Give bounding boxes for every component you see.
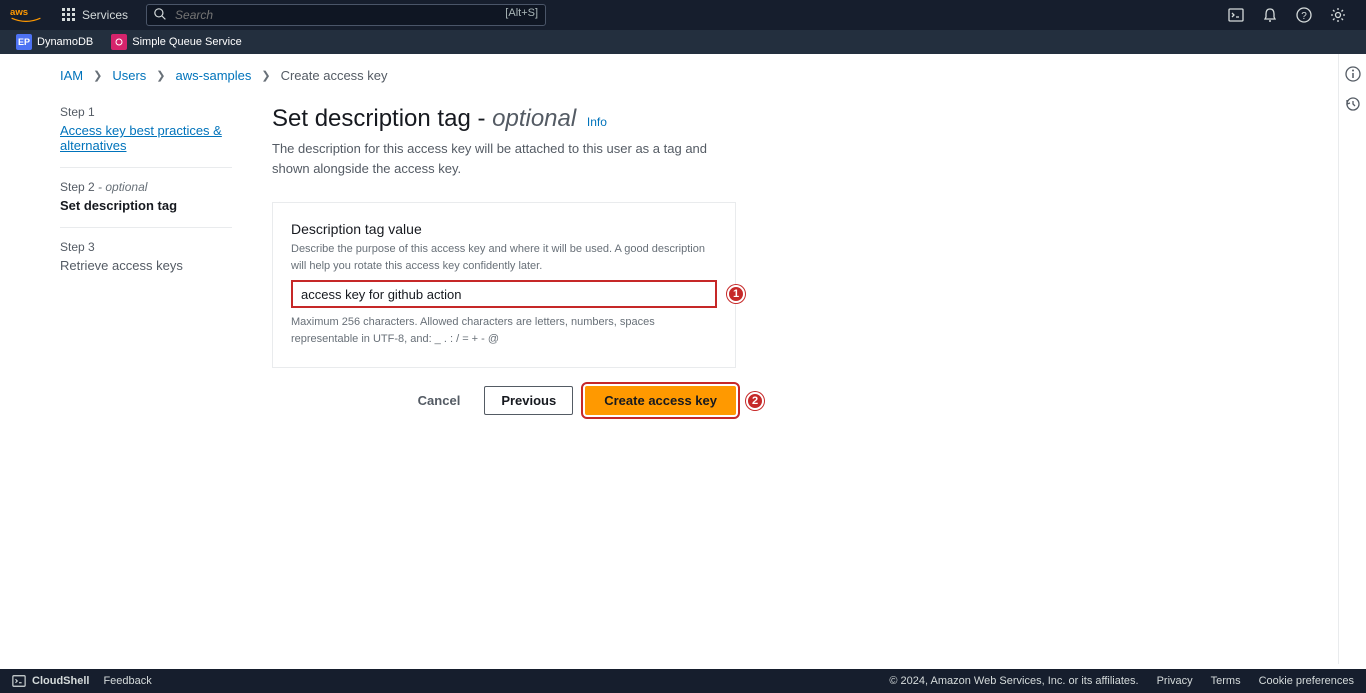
dynamodb-icon: EP (16, 34, 32, 50)
breadcrumb-user-name[interactable]: aws-samples (176, 68, 252, 83)
description-tag-note: Maximum 256 characters. Allowed characte… (291, 314, 717, 347)
services-menu-button[interactable]: Services (52, 8, 138, 22)
top-right-icons: ? (1228, 7, 1356, 23)
privacy-link[interactable]: Privacy (1157, 675, 1193, 687)
cloudshell-label: CloudShell (32, 675, 89, 687)
annotation-callout-1: 1 (727, 285, 745, 303)
sqs-label: Simple Queue Service (132, 36, 241, 48)
settings-icon[interactable] (1330, 7, 1346, 23)
chevron-right-icon: ❯ (261, 69, 270, 82)
chevron-right-icon: ❯ (93, 69, 102, 82)
search-input[interactable] (146, 4, 546, 26)
page-subtitle: The description for this access key will… (272, 139, 732, 178)
history-icon[interactable] (1345, 96, 1361, 112)
step-2-label: Step 2 - optional (60, 180, 232, 194)
wizard-step-3: Step 3 Retrieve access keys (60, 240, 232, 287)
top-nav: aws Services [Alt+S] ? (0, 0, 1366, 30)
previous-button[interactable]: Previous (484, 386, 573, 415)
search-shortcut: [Alt+S] (505, 7, 538, 19)
terms-link[interactable]: Terms (1211, 675, 1241, 687)
info-panel-icon[interactable] (1345, 66, 1361, 82)
aws-logo[interactable]: aws (10, 5, 42, 25)
service-chip-sqs[interactable]: Simple Queue Service (105, 32, 247, 52)
description-tag-help: Describe the purpose of this access key … (291, 241, 717, 274)
cloudshell-icon[interactable] (1228, 7, 1244, 23)
chevron-right-icon: ❯ (156, 69, 165, 82)
step-3-label: Step 3 (60, 240, 232, 254)
wizard-step-2: Step 2 - optional Set description tag (60, 180, 232, 228)
breadcrumb: IAM ❯ Users ❯ aws-samples ❯ Create acces… (60, 68, 1338, 83)
description-tag-label: Description tag value (291, 221, 717, 237)
notifications-icon[interactable] (1262, 7, 1278, 23)
service-chip-dynamodb[interactable]: EP DynamoDB (10, 32, 99, 52)
step-2-title: Set description tag (60, 198, 232, 213)
main-content: IAM ❯ Users ❯ aws-samples ❯ Create acces… (0, 54, 1338, 664)
step-1-title: Access key best practices & alternatives (60, 123, 232, 153)
breadcrumb-iam[interactable]: IAM (60, 68, 83, 83)
page-title: Set description tag - optional Info (272, 105, 742, 133)
services-label: Services (82, 8, 128, 22)
footer: CloudShell Feedback © 2024, Amazon Web S… (0, 669, 1366, 693)
step-1-label: Step 1 (60, 105, 232, 119)
svg-text:aws: aws (10, 7, 28, 18)
dynamodb-label: DynamoDB (37, 36, 93, 48)
wizard-steps: Step 1 Access key best practices & alter… (60, 105, 232, 415)
step-3-title: Retrieve access keys (60, 258, 232, 273)
sqs-icon (111, 34, 127, 50)
description-tag-input[interactable] (291, 280, 717, 308)
form-panel: Set description tag - optional Info The … (272, 105, 742, 415)
cookie-link[interactable]: Cookie preferences (1259, 675, 1354, 687)
svg-text:?: ? (1301, 11, 1307, 22)
annotation-callout-2: 2 (746, 392, 764, 410)
help-icon[interactable]: ? (1296, 7, 1312, 23)
form-actions: Cancel Previous Create access key 2 (272, 386, 736, 415)
breadcrumb-current: Create access key (281, 68, 388, 83)
wizard-step-1[interactable]: Step 1 Access key best practices & alter… (60, 105, 232, 168)
info-link[interactable]: Info (587, 115, 607, 129)
cloudshell-button[interactable]: CloudShell (12, 674, 89, 688)
service-bar: EP DynamoDB Simple Queue Service (0, 30, 1366, 54)
cancel-button[interactable]: Cancel (406, 387, 473, 414)
feedback-link[interactable]: Feedback (103, 675, 151, 687)
search-wrap: [Alt+S] (146, 4, 546, 26)
copyright-text: © 2024, Amazon Web Services, Inc. or its… (889, 675, 1138, 687)
grid-icon (62, 8, 76, 22)
breadcrumb-users[interactable]: Users (112, 68, 146, 83)
search-icon (154, 8, 167, 21)
form-box: Description tag value Describe the purpo… (272, 202, 736, 368)
right-gutter (1338, 54, 1366, 664)
create-access-key-button[interactable]: Create access key (585, 386, 736, 415)
